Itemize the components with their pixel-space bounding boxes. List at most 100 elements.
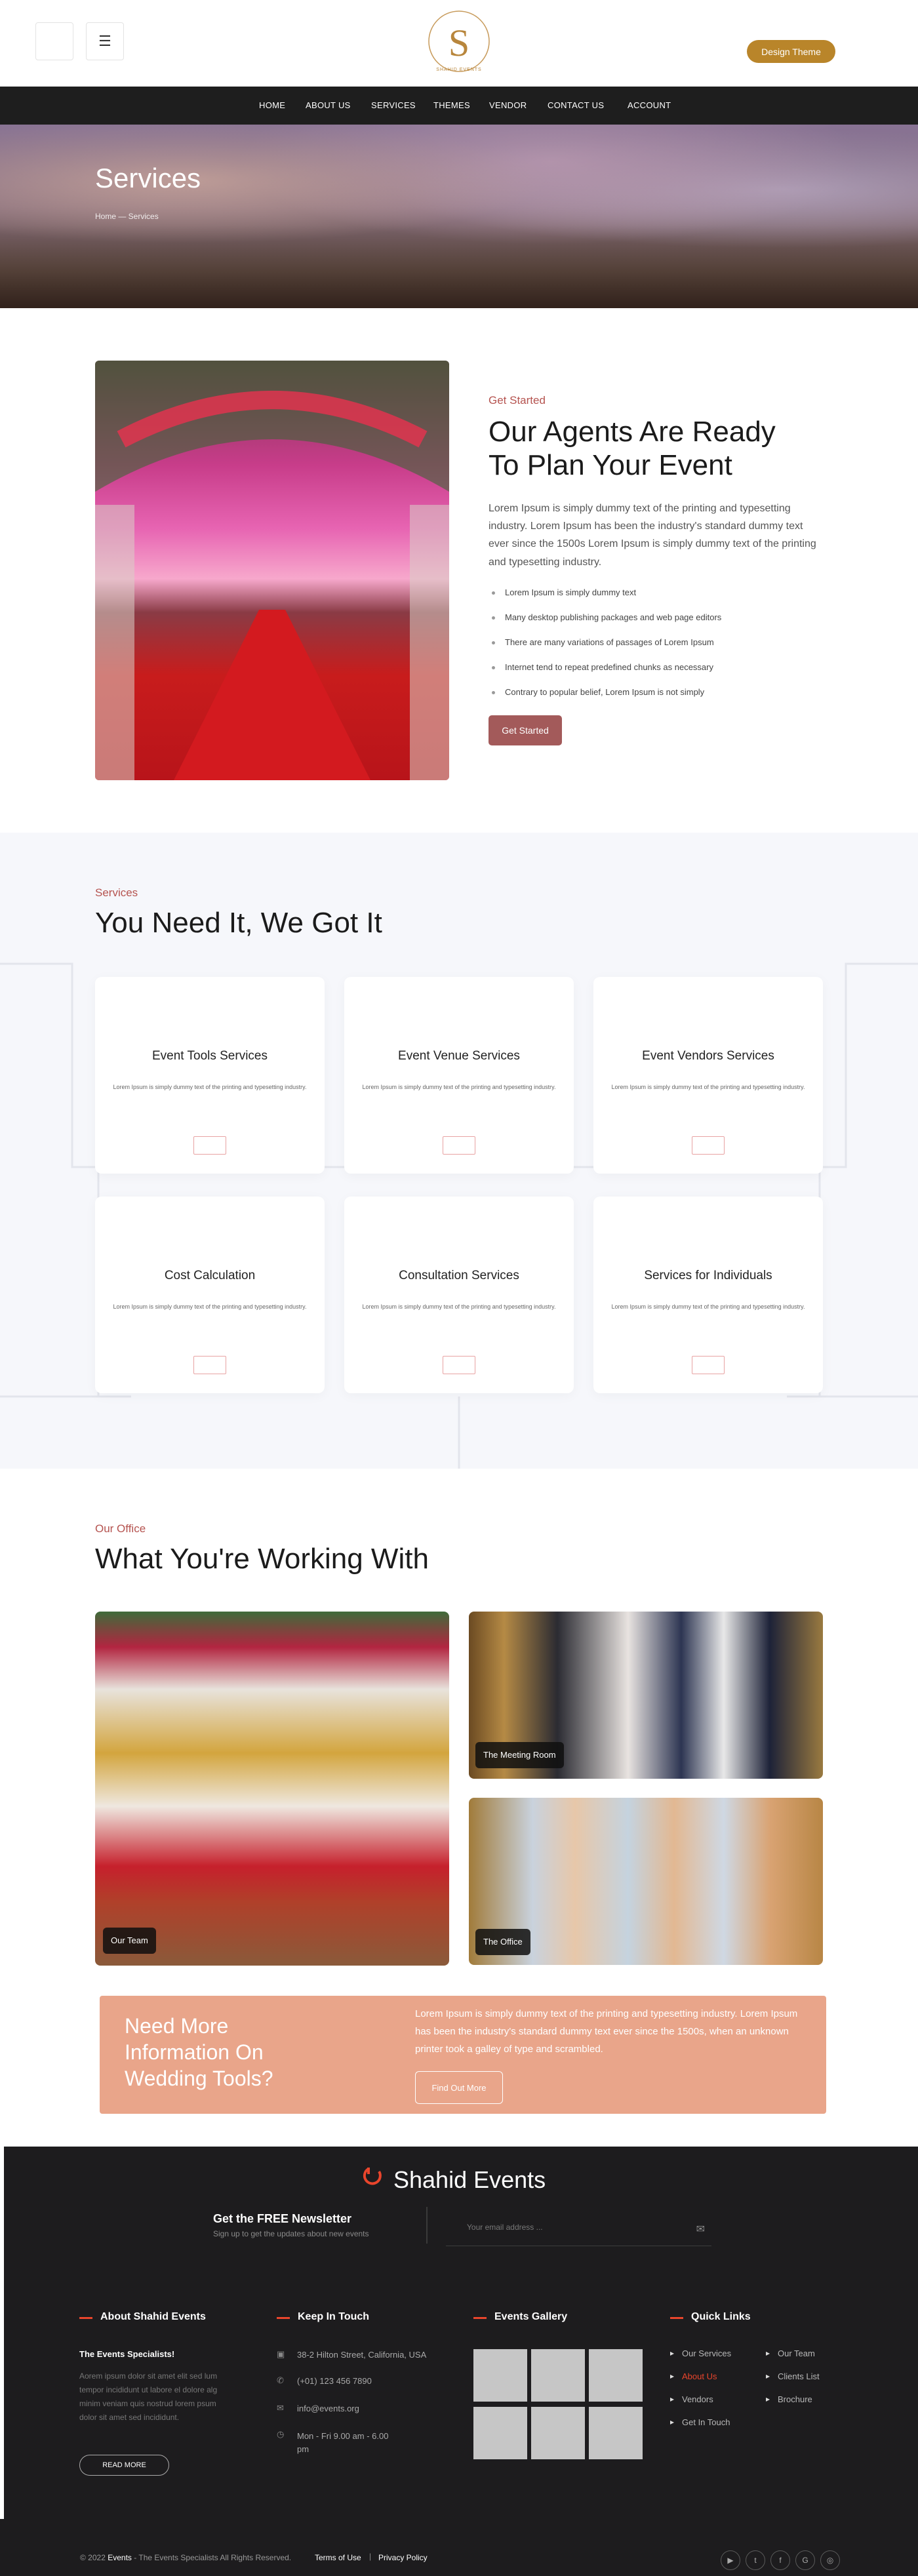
service-card-button[interactable] — [443, 1356, 475, 1374]
quick-link[interactable]: Our Services — [670, 2348, 731, 2358]
get-started-button[interactable]: Get Started — [489, 715, 562, 745]
building-icon: ▣ — [277, 2349, 285, 2359]
service-card-desc: Lorem Ipsum is simply dummy text of the … — [113, 1303, 307, 1310]
terms-link[interactable]: Terms of Use — [315, 2553, 361, 2562]
read-more-button[interactable]: READ MORE — [79, 2455, 169, 2476]
service-card-button[interactable] — [193, 1356, 226, 1374]
service-card[interactable]: Event Vendors Services Lorem Ipsum is si… — [593, 977, 823, 1174]
office-tile-meeting-room[interactable]: The Meeting Room — [469, 1612, 823, 1779]
about-title-line1: Our Agents Are Ready — [489, 416, 776, 448]
service-card-desc: Lorem Ipsum is simply dummy text of the … — [611, 1084, 805, 1090]
quick-link[interactable]: Brochure — [766, 2394, 812, 2404]
office-title: What You're Working With — [95, 1543, 429, 1575]
tile-label: Our Team — [103, 1928, 156, 1954]
about-list-item: Lorem Ipsum is simply dummy text — [491, 587, 637, 597]
newsletter-email-field[interactable]: Your email address ... ✉ — [446, 2213, 711, 2246]
breadcrumb[interactable]: Home — Services — [95, 212, 159, 221]
office-tile-office[interactable]: The Office — [469, 1798, 823, 1965]
mail-icon: ✉ — [277, 2403, 284, 2413]
tile-label: The Meeting Room — [475, 1742, 564, 1768]
service-card-button[interactable] — [193, 1136, 226, 1155]
services-title: You Need It, We Got It — [95, 907, 382, 939]
service-card-desc: Lorem Ipsum is simply dummy text of the … — [611, 1303, 805, 1310]
service-card[interactable]: Services for Individuals Lorem Ipsum is … — [593, 1197, 823, 1393]
quick-link[interactable]: Clients List — [766, 2371, 819, 2381]
quick-link-active[interactable]: About Us — [670, 2371, 717, 2381]
gallery-thumb[interactable] — [589, 2349, 643, 2402]
footer-phone[interactable]: (+01) 123 456 7890 — [297, 2376, 372, 2386]
about-list-item: Internet tend to repeat predefined chunk… — [492, 662, 713, 672]
service-card[interactable]: Consultation Services Lorem Ipsum is sim… — [344, 1197, 574, 1393]
send-icon[interactable]: ✉ — [696, 2223, 705, 2236]
quick-link[interactable]: Our Team — [766, 2348, 815, 2358]
nav-vendor[interactable]: VENDOR — [489, 87, 527, 125]
instagram-icon[interactable]: ◎ — [820, 2550, 840, 2570]
gallery-thumb[interactable] — [473, 2407, 527, 2459]
service-card[interactable]: Event Venue Services Lorem Ipsum is simp… — [344, 977, 574, 1174]
design-theme-button[interactable]: Design Theme — [747, 40, 835, 63]
service-card[interactable]: Event Tools Services Lorem Ipsum is simp… — [95, 977, 325, 1174]
hamburger-icon: ☰ — [98, 33, 111, 49]
copyright: © 2022 Events - The Events Specialists A… — [80, 2553, 291, 2562]
divider — [426, 2207, 428, 2244]
brand-logo-icon — [362, 2165, 383, 2189]
office-eyebrow: Our Office — [95, 1522, 146, 1535]
nav-home[interactable]: HOME — [259, 87, 285, 125]
hero-banner: Services Home — Services — [0, 125, 918, 308]
nav-themes[interactable]: THEMES — [433, 87, 470, 125]
footer-touch-heading: Keep In Touch — [276, 2311, 370, 2322]
menu-button[interactable]: ☰ — [86, 22, 124, 60]
service-card-desc: Lorem Ipsum is simply dummy text of the … — [362, 1303, 556, 1310]
footer-gallery-heading: Events Gallery — [473, 2311, 568, 2322]
footer-email[interactable]: info@events.org — [297, 2404, 359, 2413]
nav-account[interactable]: ACCOUNT — [628, 87, 671, 125]
about-paragraph: Lorem Ipsum is simply dummy text of the … — [489, 503, 816, 568]
email-placeholder: Your email address ... — [467, 2223, 543, 2232]
service-card-title: Event Vendors Services — [642, 1049, 774, 1063]
footer-about-heading: About Shahid Events — [79, 2311, 206, 2322]
nav-services[interactable]: SERVICES — [371, 87, 416, 125]
office-tile-team[interactable]: Our Team — [95, 1612, 449, 1966]
service-card-title: Consultation Services — [399, 1269, 519, 1282]
privacy-link[interactable]: Privacy Policy — [378, 2553, 428, 2562]
quick-link[interactable]: Get In Touch — [670, 2417, 730, 2427]
service-card-button[interactable] — [692, 1136, 725, 1155]
tile-label: The Office — [475, 1929, 530, 1955]
copyright-suffix: - The Events Specialists All Rights Rese… — [134, 2553, 292, 2562]
copyright-brand[interactable]: Events — [108, 2553, 132, 2562]
youtube-icon[interactable]: ▶ — [721, 2550, 740, 2570]
newsletter-title: Get the FREE Newsletter — [213, 2212, 352, 2225]
service-card[interactable]: Cost Calculation Lorem Ipsum is simply d… — [95, 1197, 325, 1393]
gallery-thumb[interactable] — [531, 2349, 585, 2402]
twitter-icon[interactable]: t — [746, 2550, 765, 2570]
site-logo[interactable]: S SHAHID EVENTS — [426, 5, 492, 77]
nav-contact-us[interactable]: CONTACT US — [548, 87, 604, 125]
nav-about-us[interactable]: ABOUT US — [306, 87, 351, 125]
phone-icon: ✆ — [277, 2375, 284, 2385]
service-card-title: Event Tools Services — [151, 1049, 268, 1063]
facebook-icon[interactable]: f — [770, 2550, 790, 2570]
service-card-title: Cost Calculation — [164, 1269, 256, 1282]
find-out-more-button[interactable]: Find Out More — [415, 2071, 503, 2104]
gallery-thumb[interactable] — [531, 2407, 585, 2459]
copyright-prefix: © 2022 — [80, 2553, 106, 2562]
footer-hours: Mon - Fri 9.00 am - 6.00 pm — [297, 2431, 389, 2454]
service-card-desc: Lorem Ipsum is simply dummy text of the … — [362, 1084, 556, 1090]
service-card-button[interactable] — [443, 1136, 475, 1155]
footer-links-heading: Quick Links — [670, 2311, 751, 2322]
about-image — [95, 361, 449, 780]
cta-title: Need More Information On Wedding Tools? — [125, 2014, 273, 2090]
site-header: ☰ S SHAHID EVENTS Design Theme — [0, 0, 918, 87]
gallery-thumb[interactable] — [473, 2349, 527, 2402]
service-card-button[interactable] — [692, 1356, 725, 1374]
quick-link[interactable]: Vendors — [670, 2394, 713, 2404]
search-button[interactable] — [35, 22, 73, 60]
gallery-thumb[interactable] — [589, 2407, 643, 2459]
service-card-title: Event Venue Services — [398, 1049, 520, 1063]
cta-text: Lorem Ipsum is simply dummy text of the … — [415, 2008, 798, 2055]
footer-address: 38-2 Hilton Street, California, USA — [297, 2350, 427, 2360]
hero-title: Services — [95, 163, 201, 193]
google-plus-icon[interactable]: G — [795, 2550, 815, 2570]
about-eyebrow: Get Started — [489, 394, 546, 406]
main-nav: HOME ABOUT US SERVICES THEMES VENDOR CON… — [0, 87, 918, 125]
